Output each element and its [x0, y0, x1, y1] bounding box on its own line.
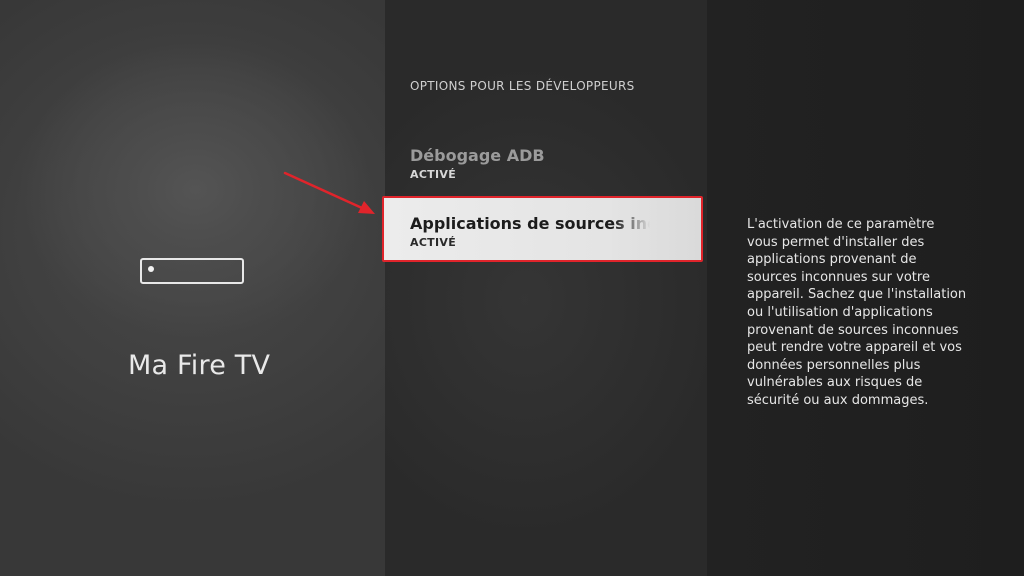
device-pane: Ma Fire TV [0, 0, 385, 576]
menu-item-adb-debugging[interactable]: Débogage ADB ACTIVÉ [410, 146, 650, 181]
menu-item-status: ACTIVÉ [410, 236, 457, 249]
menu-item-unknown-sources[interactable]: Applications de sources inconnues ACTIVÉ [382, 196, 703, 262]
menu-item-label: Débogage ADB [410, 146, 545, 165]
fire-tv-settings-screen: Ma Fire TV OPTIONS POUR LES DÉVELOPPEURS… [0, 0, 1024, 576]
device-led-icon [148, 266, 154, 272]
menu-item-status: ACTIVÉ [410, 168, 457, 181]
setting-description: L'activation de ce paramètre vous permet… [747, 217, 967, 408]
section-header: OPTIONS POUR LES DÉVELOPPEURS [410, 79, 635, 93]
device-title: Ma Fire TV [128, 350, 271, 381]
fire-tv-stick-icon [140, 258, 244, 284]
menu-item-label: Applications de sources inconnues [410, 214, 650, 233]
